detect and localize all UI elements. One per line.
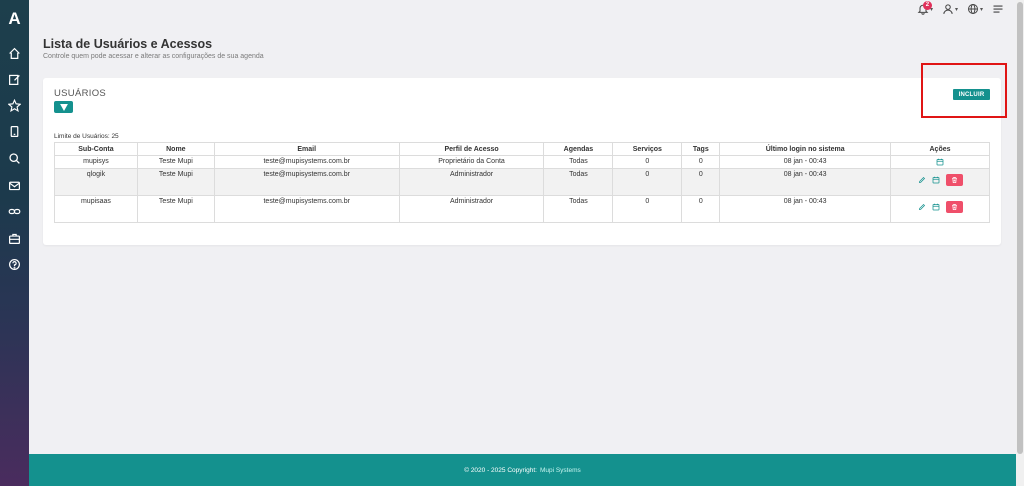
user-menu-button[interactable]: ▾ [942,3,958,15]
column-header: Serviços [612,142,683,156]
cell-subconta: mupisaas [54,195,138,223]
edit-icon[interactable] [8,73,21,86]
filter-icon [59,103,68,111]
cell-email: teste@mupisystems.com.br [213,168,400,196]
cell-acoes [890,195,990,223]
footer: © 2020 - 2025 Copyright: Mupi Systems [29,454,1016,486]
column-header: Agendas [543,142,614,156]
footer-brand-link[interactable]: Mupi Systems [540,467,581,474]
menu-button[interactable] [992,3,1004,15]
user-icon [942,3,954,15]
vertical-scrollbar[interactable] [1016,0,1024,486]
notification-badge: 2 [922,1,932,10]
table-row: mupisys Teste Mupi teste@mupisystems.com… [54,155,990,169]
pencil-icon[interactable] [918,176,926,184]
cell-acoes [890,155,990,169]
search-icon[interactable] [8,152,21,165]
cell-agendas: Todas [543,155,614,169]
user-limit-text: Limite de Usuários: 25 [54,133,119,140]
cell-tags: 0 [681,168,721,196]
calendar-icon[interactable] [936,158,944,166]
link-icon[interactable] [8,205,21,218]
page-title: Lista de Usuários e Acessos [43,37,213,51]
cell-servicos: 0 [612,195,683,223]
trash-icon [951,203,958,211]
chevron-down-icon: ▾ [979,6,983,13]
table-row: qlogik Teste Mupi teste@mupisystems.com.… [54,168,990,196]
tablet-icon[interactable] [8,125,21,138]
table-header-row: Sub-Conta Nome Email Perfil de Acesso Ag… [54,142,990,156]
trash-icon [951,176,958,184]
cell-agendas: Todas [543,195,614,223]
mail-icon[interactable] [8,179,21,192]
delete-button[interactable] [945,201,963,213]
app-logo[interactable]: A [6,10,23,27]
column-header: Ações [890,142,990,156]
page-subtitle: Controle quem pode acessar e alterar as … [43,53,264,60]
hamburger-icon [992,3,1004,15]
cell-email: teste@mupisystems.com.br [213,195,400,223]
home-icon[interactable] [8,47,21,60]
footer-copyright: © 2020 - 2025 Copyright: [464,466,537,474]
cell-email: teste@mupisystems.com.br [213,155,400,169]
cell-subconta: mupisys [54,155,138,169]
cell-agendas: Todas [543,168,614,196]
delete-button[interactable] [945,174,963,186]
cell-nome: Teste Mupi [136,155,215,169]
cell-tags: 0 [681,155,721,169]
language-menu-button[interactable]: ▾ [967,3,983,15]
filter-button[interactable] [54,101,73,113]
column-header: Perfil de Acesso [398,142,545,156]
users-table: Sub-Conta Nome Email Perfil de Acesso Ag… [54,142,990,223]
cell-perfil: Proprietário da Conta [398,155,545,169]
calendar-icon[interactable] [932,176,940,184]
table-row: mupisaas Teste Mupi teste@mupisystems.co… [54,195,990,223]
cell-servicos: 0 [612,155,683,169]
column-header: Último login no sistema [719,142,892,156]
cell-ultimo-login: 08 jan - 00:43 [719,195,892,223]
highlight-box [921,63,1007,118]
cell-ultimo-login: 08 jan - 00:43 [719,155,892,169]
scrollbar-thumb[interactable] [1017,2,1023,454]
cell-ultimo-login: 08 jan - 00:43 [719,168,892,196]
globe-icon [967,3,979,15]
sidebar: A [0,0,29,486]
pencil-icon[interactable] [918,203,926,211]
notifications-button[interactable]: 2 ▾ [917,1,933,15]
cell-servicos: 0 [612,168,683,196]
column-header: Tags [681,142,721,156]
help-icon[interactable] [8,258,21,271]
column-header: Sub-Conta [54,142,138,156]
star-icon[interactable] [8,99,21,112]
column-header: Email [213,142,400,156]
cell-acoes [890,168,990,196]
chevron-down-icon: ▾ [954,6,958,13]
cell-tags: 0 [681,195,721,223]
calendar-icon[interactable] [932,203,940,211]
cell-perfil: Administrador [398,195,545,223]
card-title: USUÁRIOS [54,88,107,99]
topbar: 2 ▾ ▾ ▾ [917,1,1004,15]
cell-perfil: Administrador [398,168,545,196]
column-header: Nome [136,142,215,156]
cell-nome: Teste Mupi [136,168,215,196]
cell-nome: Teste Mupi [136,195,215,223]
cell-subconta: qlogik [54,168,138,196]
users-card: USUÁRIOS INCLUIR Limite de Usuários: 25 … [43,78,1001,245]
briefcase-icon[interactable] [8,232,21,245]
